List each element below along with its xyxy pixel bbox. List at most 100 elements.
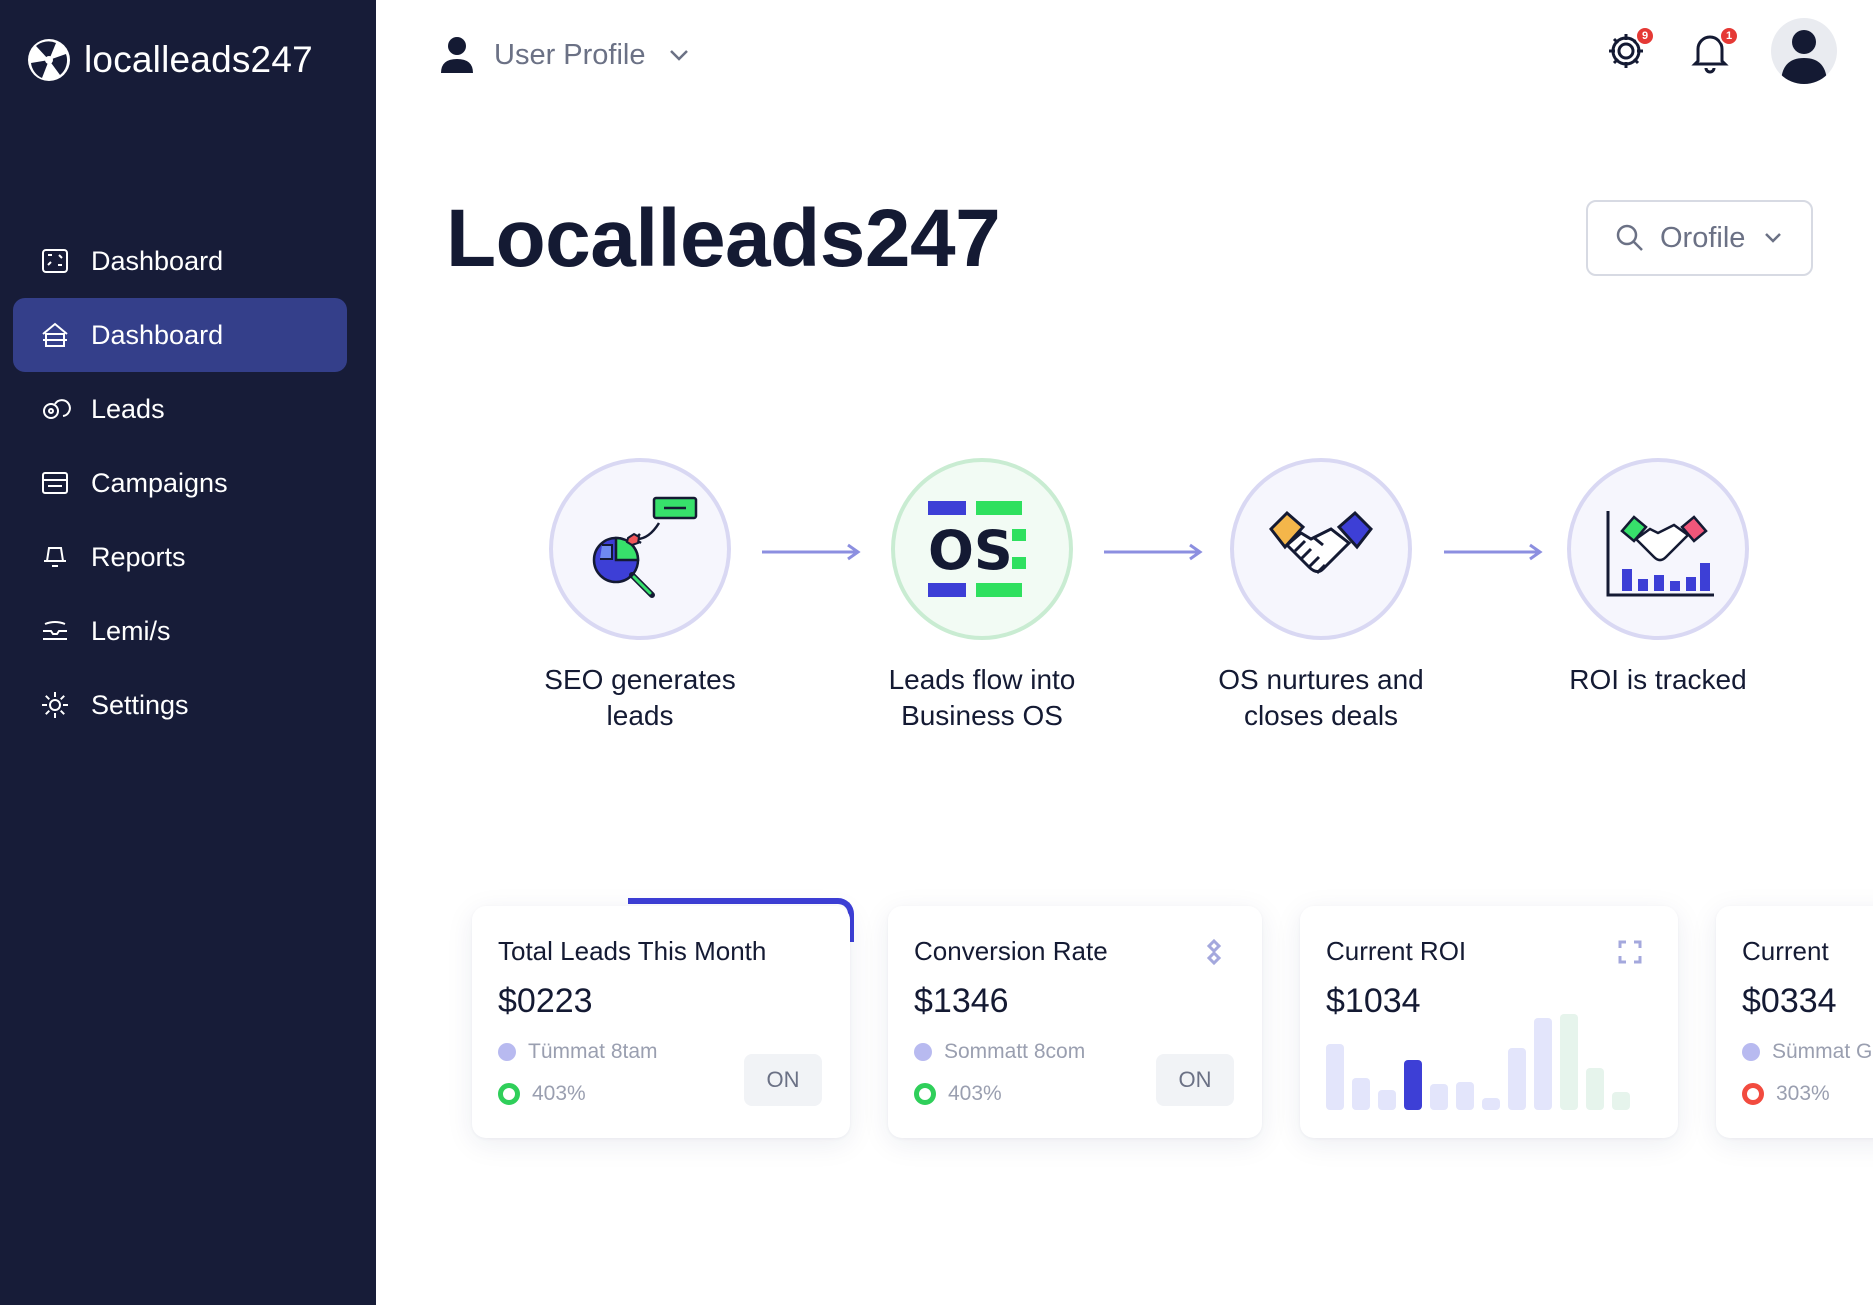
flow-step-label: OS nurtures and closes deals [1171, 662, 1471, 734]
sidebar-item-dashboard[interactable]: Dashboard [13, 224, 347, 298]
search-icon [1616, 224, 1643, 251]
flow-step-label: SEO generates leads [490, 662, 790, 734]
business-os-icon: OS [928, 501, 1026, 597]
sidebar-item-label: Campaigns [91, 467, 228, 498]
card-title: Conversion Rate [914, 936, 1108, 966]
on-button[interactable]: ON [1156, 1054, 1234, 1106]
status-ring-icon [1742, 1083, 1764, 1105]
roi-mini-chart [1326, 1014, 1630, 1110]
settings-button[interactable]: 9 [1603, 26, 1655, 74]
mini-bar [1326, 1044, 1344, 1110]
flow-step-label-line: ROI is tracked [1569, 664, 1747, 695]
meta-dot-icon [914, 1043, 932, 1061]
flow-step-circle [1567, 458, 1749, 640]
flow-step-business-os: OS Leads flow into Business OS [832, 458, 1132, 734]
mini-bar [1352, 1078, 1370, 1110]
flow-step-circle [1230, 458, 1412, 640]
settings-badge: 9 [1635, 26, 1655, 46]
card-pct-text: 403% [532, 1082, 586, 1105]
chevron-down-icon [669, 50, 688, 61]
mini-bar [1456, 1082, 1474, 1110]
flow-step-nurture: OS nurtures and closes deals [1171, 458, 1471, 734]
sidebar-item-label: Dashboard [91, 245, 224, 276]
meta-dot-icon [498, 1043, 516, 1061]
leads-icon [43, 399, 71, 419]
top-icons: 9 1 [1603, 18, 1837, 84]
mini-bar [1612, 1092, 1630, 1110]
flow-step-label: Leads flow into Business OS [832, 662, 1132, 734]
metric-card-roi[interactable]: Current ROI $1034 [1300, 906, 1678, 1138]
card-pct: 303% [1742, 1082, 1830, 1106]
sidebar: localleads247 Dashboard Dashboard Leads … [0, 0, 376, 1305]
sidebar-item-reports[interactable]: Reports [13, 520, 347, 594]
mini-bar [1586, 1068, 1604, 1110]
sidebar-item-campaigns[interactable]: Campaigns [13, 446, 347, 520]
inbox-icon [43, 621, 67, 640]
metric-card-total-leads[interactable]: Total Leads This Month $0223 Tümmat 8tam… [472, 906, 850, 1138]
avatar-person-icon [1781, 30, 1827, 84]
card-title: Current [1742, 936, 1829, 966]
sidebar-item-label: Settings [91, 689, 189, 720]
card-pct-text: 403% [948, 1082, 1002, 1105]
os-text: OS [928, 519, 1013, 582]
mini-bar [1482, 1098, 1500, 1110]
notifications-button[interactable]: 1 [1687, 26, 1739, 74]
flow-step-label-line: OS nurtures and [1218, 664, 1424, 695]
card-value: $1346 [914, 982, 1009, 1020]
sidebar-item-dashboard-active[interactable]: Dashboard [13, 298, 347, 372]
card-meta-text: Sommatt 8com [944, 1040, 1086, 1063]
metric-card-conversion[interactable]: Conversion Rate $1346 Sommatt 8com 403% … [888, 906, 1262, 1138]
mini-bar-highlight [1404, 1060, 1422, 1110]
brand[interactable]: localleads247 [26, 36, 313, 84]
flow-step-circle: OS [891, 458, 1073, 640]
profile-select-label: Orofile [1660, 221, 1746, 254]
sidebar-nav: Dashboard Dashboard Leads Campaigns Repo… [13, 224, 347, 742]
on-button[interactable]: ON [744, 1054, 822, 1106]
flow-step-label-line: leads [606, 700, 674, 731]
reports-icon [44, 547, 66, 567]
notifications-badge: 1 [1719, 26, 1739, 46]
campaigns-icon [42, 472, 68, 494]
flow-step-label-line: SEO generates [544, 664, 736, 695]
status-ring-icon [914, 1083, 936, 1105]
avatar[interactable] [1771, 18, 1837, 84]
card-meta-text: Sümmat G [1772, 1040, 1873, 1063]
chevron-down-icon [1765, 233, 1782, 243]
flow-step-label: ROI is tracked [1508, 662, 1808, 698]
card-title: Current ROI [1326, 936, 1467, 966]
page-title: Localleads247 [446, 193, 1001, 284]
mini-bar [1534, 1018, 1552, 1110]
brand-logo-icon [28, 39, 70, 81]
profile-select[interactable]: Orofile [1586, 200, 1813, 276]
card-meta-text: Tümmat 8tam [528, 1040, 658, 1063]
flow-step-label-line: Business OS [901, 700, 1063, 731]
sidebar-item-label: Dashboard [91, 319, 224, 350]
mini-bar [1560, 1014, 1578, 1110]
sidebar-item-label: Leads [91, 393, 165, 424]
user-profile-menu[interactable]: User Profile [438, 30, 690, 80]
card-pct-text: 303% [1776, 1082, 1830, 1105]
sidebar-item-lemis[interactable]: Lemi/s [13, 594, 347, 668]
metric-card-current[interactable]: Current $0334 Sümmat G 303% [1716, 906, 1873, 1138]
handshake-icon [1269, 510, 1373, 575]
flow-step-seo: SEO generates leads [490, 458, 790, 734]
sync-icon [1206, 938, 1222, 966]
flow-step-label-line: Leads flow into [888, 664, 1076, 695]
status-ring-icon [498, 1083, 520, 1105]
card-pct: 403% [914, 1082, 1002, 1106]
roi-chart-icon [1606, 511, 1714, 597]
card-pct: 403% [498, 1082, 586, 1106]
sidebar-item-leads[interactable]: Leads [13, 372, 347, 446]
card-meta: Sümmat G [1742, 1040, 1872, 1064]
mini-bar [1508, 1048, 1526, 1110]
user-profile-label: User Profile [494, 38, 646, 71]
meta-dot-icon [1742, 1043, 1760, 1061]
flow-step-circle [549, 458, 731, 640]
mini-bar [1378, 1090, 1396, 1110]
flow-step-roi: ROI is tracked [1508, 458, 1808, 698]
user-icon [441, 37, 473, 73]
sidebar-item-settings[interactable]: Settings [13, 668, 347, 742]
sidebar-item-label: Lemi/s [91, 615, 171, 646]
seo-search-icon [592, 496, 698, 598]
card-value: $0334 [1742, 982, 1837, 1020]
